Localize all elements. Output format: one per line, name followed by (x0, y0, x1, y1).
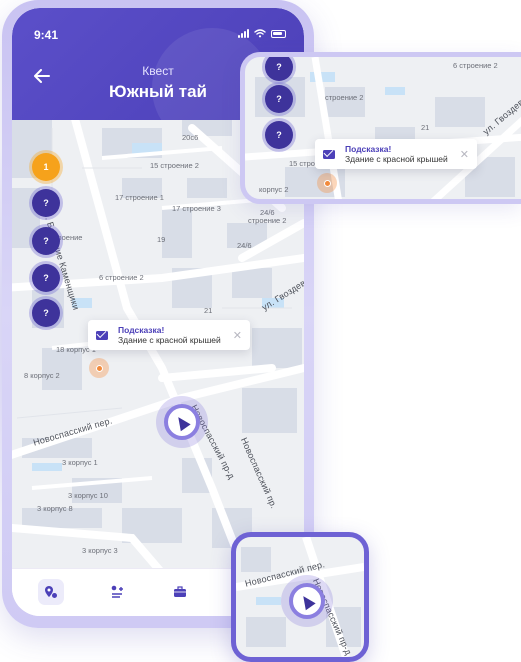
zoom-quest-marker[interactable]: ? (265, 85, 293, 113)
building-label: 15 строение 2 (150, 161, 199, 170)
hint-body: Здание с красной крышей (345, 153, 448, 164)
building-label: 17 строение 1 (115, 193, 164, 202)
building-label: 6 строение 2 (99, 273, 144, 282)
building-label: 24/6 (237, 241, 252, 250)
user-location-marker (156, 396, 208, 448)
building-label: 17 строение 3 (172, 204, 221, 213)
building-label: строение 2 (248, 216, 287, 225)
nav-inventory-button[interactable] (167, 579, 193, 605)
status-icons (238, 29, 286, 38)
quest-marker-4[interactable]: ? (32, 264, 60, 292)
building-label: 3 корпус 10 (68, 491, 108, 500)
building-label: 20с6 (182, 133, 199, 142)
nav-map-button[interactable] (38, 579, 64, 605)
hint-location-pin[interactable] (89, 358, 109, 378)
zoomed-hint-tooltip[interactable]: Подсказка! Здание с красной крышей ✕ (315, 139, 477, 169)
quest-marker-3[interactable]: ? (32, 227, 60, 255)
quest-marker-5[interactable]: ? (32, 299, 60, 327)
hint-location-pin[interactable] (317, 173, 337, 193)
signal-icon (238, 29, 249, 38)
user-location-marker (281, 575, 333, 627)
nav-route-button[interactable] (105, 579, 131, 605)
battery-icon (271, 29, 286, 38)
quest-marker-2[interactable]: ? (32, 189, 60, 217)
navigation-arrow-icon (298, 592, 316, 610)
zoom-quest-marker[interactable]: ? (265, 121, 293, 149)
building-label: 21 (204, 306, 213, 315)
route-add-icon (111, 585, 123, 598)
briefcase-icon (174, 586, 186, 597)
building-label: 19 (157, 235, 166, 244)
map-pin-icon (45, 586, 57, 598)
envelope-icon (323, 149, 335, 159)
zoomed-location-panel: Новоспасский пер. Новоспасский пр-д (231, 532, 369, 662)
hint-tooltip[interactable]: Подсказка! Здание с красной крышей ✕ (88, 320, 250, 350)
hint-title: Подсказка! (118, 324, 165, 335)
building-label: 3 корпус 3 (82, 546, 118, 555)
envelope-icon (96, 330, 108, 340)
quest-marker-1[interactable]: 1 (32, 153, 60, 181)
building-label: 6 строение 2 (453, 61, 498, 70)
navigation-arrow-icon (173, 413, 191, 431)
building-label: строение 2 (325, 93, 364, 102)
wifi-icon (254, 29, 266, 38)
building-label: 3 корпус 8 (37, 504, 73, 513)
building-label: 3 корпус 1 (62, 458, 98, 467)
screenshot-stage: 20с6 15 строение 2 17 строение 1 17 стро… (0, 0, 521, 662)
close-icon[interactable]: ✕ (460, 148, 469, 161)
zoom-quest-marker[interactable]: ? (265, 57, 293, 81)
hint-body: Здание с красной крышей (118, 334, 221, 345)
status-time: 9:41 (34, 28, 59, 42)
zoomed-hint-panel: 6 строение 2 строение 2 21 15 строение 2… (240, 52, 521, 204)
hint-title: Подсказка! (345, 143, 392, 154)
close-icon[interactable]: ✕ (233, 329, 242, 342)
building-label: 21 (421, 123, 430, 132)
building-label: 8 корпус 2 (24, 371, 60, 380)
building-label: корпус 2 (259, 185, 289, 194)
